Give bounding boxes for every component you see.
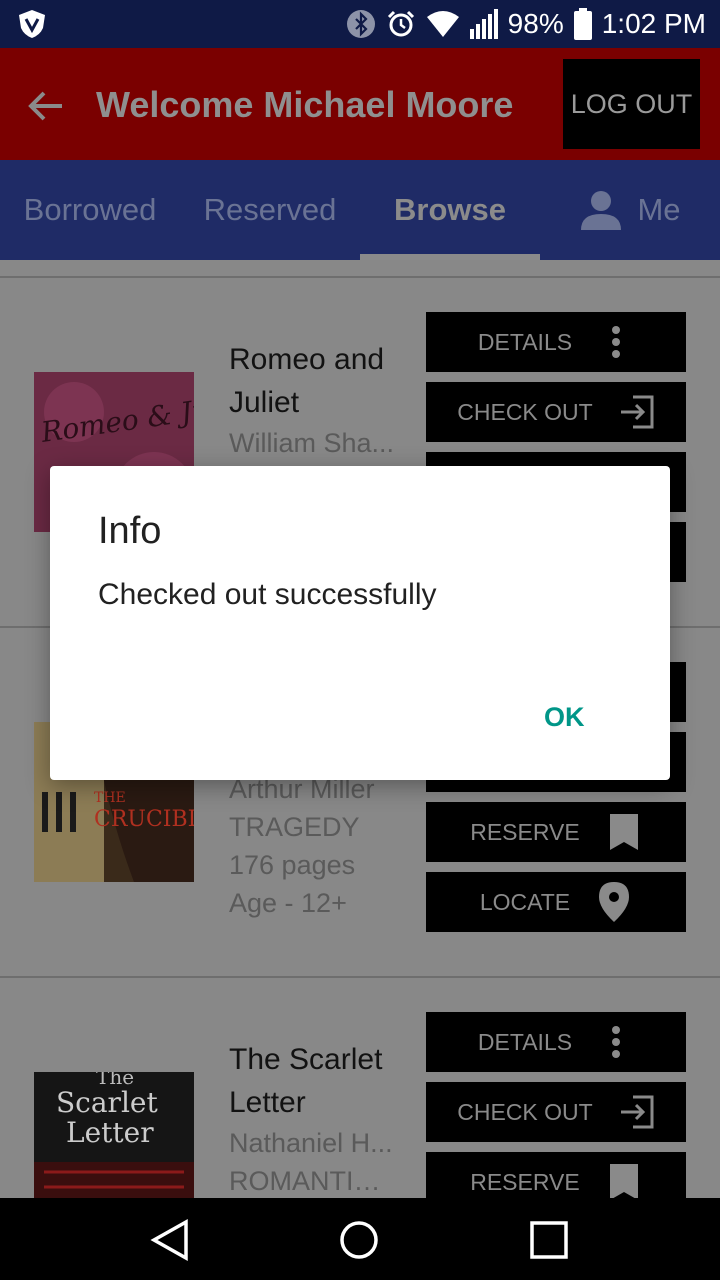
clock: 1:02 PM: [601, 8, 706, 39]
book-row-scarlet: The Scarlet Letter The Scarlet Letter Na…: [0, 978, 720, 1198]
battery-icon: [573, 8, 592, 40]
dialog-message: Checked out successfully: [98, 578, 437, 611]
cover-title-letter: Letter: [66, 1116, 154, 1149]
book-title: The Scarlet Letter: [229, 1043, 383, 1119]
tab-borrowed[interactable]: Borrowed: [0, 160, 180, 260]
more-vert-icon: [598, 324, 634, 360]
tab-label: Borrowed: [23, 192, 157, 227]
button-label: RESERVE: [470, 818, 580, 845]
cover-title: CRUCIBLE: [94, 807, 194, 832]
tab-browse[interactable]: Browse: [360, 160, 540, 260]
button-label: LOCATE: [479, 888, 571, 915]
signal-icon: [469, 9, 498, 39]
location-pin-icon: [596, 882, 632, 922]
tab-label: Reserved: [203, 192, 337, 227]
button-label: DETAILS: [477, 1028, 573, 1055]
person-icon: [581, 191, 622, 230]
recents-nav-icon[interactable]: [527, 1218, 571, 1262]
details-button[interactable]: DETAILS: [426, 312, 686, 372]
bookmark-icon: [606, 1164, 642, 1198]
tab-label: Browse: [394, 192, 506, 227]
book-author: Nathaniel H...: [229, 1128, 393, 1158]
wifi-icon: [426, 11, 459, 37]
tab-label: Me: [637, 192, 681, 227]
button-label: DETAILS: [477, 328, 573, 355]
book-genre: TRAGEDY: [229, 812, 360, 842]
tab-reserved[interactable]: Reserved: [180, 160, 360, 260]
alarm-icon: [387, 10, 414, 37]
button-label: RESERVE: [470, 1168, 580, 1195]
battery-percent: 98%: [507, 8, 564, 39]
button-label: CHECK OUT: [457, 398, 593, 425]
bookmark-icon: [606, 814, 642, 850]
details-button[interactable]: DETAILS: [426, 1012, 686, 1072]
divider: [0, 260, 720, 278]
bluetooth-icon: [346, 10, 375, 38]
info-dialog: Info Checked out successfully OK: [50, 466, 670, 780]
vpn-shield-icon: [19, 10, 45, 38]
back-nav-icon[interactable]: [148, 1218, 192, 1262]
book-genre: ROMANTICI...: [229, 1166, 399, 1196]
book-author: William Sha...: [229, 428, 395, 458]
button-label: CHECK OUT: [457, 1098, 593, 1125]
more-vert-icon: [598, 1024, 634, 1060]
book-cover[interactable]: The Scarlet Letter: [34, 1072, 194, 1198]
ok-button[interactable]: OK: [544, 702, 585, 733]
book-info: Arthur Miller TRAGEDY 176 pages Age - 12…: [229, 770, 409, 922]
cover-title: Scarlet: [56, 1086, 158, 1119]
exit-to-app-icon: [619, 394, 655, 430]
book-info: The Scarlet Letter Nathaniel H... ROMANT…: [229, 1038, 409, 1198]
check-out-button[interactable]: CHECK OUT: [426, 1082, 686, 1142]
dialog-title: Info: [98, 510, 162, 552]
exit-to-app-icon: [619, 1094, 655, 1130]
back-arrow-icon[interactable]: [24, 84, 68, 128]
tab-bar: Borrowed Reserved Browse Me: [0, 160, 720, 260]
book-info: Romeo and Juliet William Sha...: [229, 338, 409, 462]
reserve-button[interactable]: RESERVE: [426, 1152, 686, 1198]
check-out-button[interactable]: CHECK OUT: [426, 382, 686, 442]
tab-me[interactable]: Me: [540, 160, 720, 260]
cover-title-the: THE: [94, 790, 126, 806]
cover-art: The Scarlet Letter: [34, 1072, 194, 1198]
welcome-title: Welcome Michael Moore: [96, 84, 514, 125]
app-bar: Welcome Michael Moore LOG OUT: [0, 48, 720, 160]
locate-button[interactable]: LOCATE: [426, 872, 686, 932]
system-nav-bar: [0, 1198, 720, 1280]
home-nav-icon[interactable]: [337, 1218, 381, 1262]
book-age: Age - 12+: [229, 888, 347, 918]
book-title: Romeo and Juliet: [229, 343, 385, 419]
status-bar: 98% 1:02 PM: [0, 0, 720, 48]
book-pages: 176 pages: [229, 850, 356, 880]
reserve-button[interactable]: RESERVE: [426, 802, 686, 862]
logout-button[interactable]: LOG OUT: [563, 59, 700, 149]
